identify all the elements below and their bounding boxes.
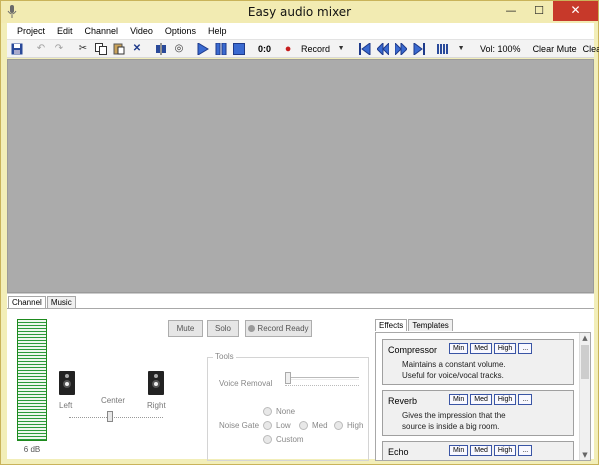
effect-name: Reverb (388, 396, 418, 406)
paste-icon[interactable] (111, 41, 127, 57)
noise-gate-low-radio[interactable]: Low (263, 421, 291, 430)
scroll-up-icon[interactable]: ▲ (580, 333, 590, 343)
effects-scrollbar[interactable]: ▲ ▼ (579, 333, 590, 460)
clear-mute-button[interactable]: Clear Mute (530, 44, 580, 54)
noise-gate-high-radio[interactable]: High (334, 421, 363, 430)
echo-high-button[interactable]: High (493, 445, 517, 456)
effect-name: Echo (388, 447, 409, 457)
echo-min-button[interactable]: Min (449, 445, 469, 456)
save-icon[interactable] (9, 41, 25, 57)
mixer-grid-icon[interactable] (435, 41, 451, 57)
scroll-down-icon[interactable]: ▼ (580, 450, 590, 460)
left-speaker-icon (59, 371, 75, 395)
meter-label: 6 dB (23, 445, 41, 454)
noise-gate-label: Noise Gate (219, 421, 260, 430)
minimize-button[interactable]: — (497, 1, 525, 21)
voice-removal-slider-ticks (285, 385, 359, 388)
scroll-thumb[interactable] (581, 345, 589, 379)
skip-end-icon[interactable] (411, 41, 427, 57)
tab-music[interactable]: Music (46, 296, 76, 308)
pause-icon[interactable] (213, 41, 229, 57)
menu-video[interactable]: Video (124, 26, 159, 36)
menu-edit[interactable]: Edit (51, 26, 79, 36)
channel-panel: Channel Music 6 dB Left Center Right Mut… (7, 293, 594, 461)
effect-echo: Echo Min Med High ... (382, 441, 574, 460)
maximize-button[interactable]: ☐ (525, 1, 553, 21)
record-ready-icon (248, 325, 256, 332)
title-bar: Easy audio mixer — ☐ ✕ (1, 1, 598, 23)
effect-description: Maintains a constant volume. Useful for … (402, 360, 506, 380)
reverb-min-button[interactable]: Min (449, 394, 469, 405)
volume-meter[interactable] (17, 319, 47, 441)
channel-tab-body: 6 dB Left Center Right Mute Solo Record … (7, 308, 594, 461)
delete-icon[interactable]: ✕ (129, 41, 145, 57)
cut-icon[interactable]: ✂ (75, 41, 91, 57)
solo-button[interactable]: Solo (207, 320, 239, 337)
pan-slider-thumb[interactable] (107, 411, 113, 422)
echo-more-button[interactable]: ... (518, 445, 533, 456)
timeline-area[interactable] (7, 59, 594, 293)
pan-right-label: Right (147, 401, 166, 410)
noise-gate-custom-radio[interactable]: Custom (263, 435, 304, 444)
close-button[interactable]: ✕ (553, 1, 598, 21)
play-icon[interactable] (195, 41, 211, 57)
compressor-min-button[interactable]: Min (449, 343, 469, 354)
mute-button[interactable]: Mute (168, 320, 203, 337)
noise-gate-med-radio[interactable]: Med (299, 421, 328, 430)
position-counter: 0:0 (258, 43, 272, 54)
skip-start-icon[interactable] (357, 41, 373, 57)
voice-removal-slider-track[interactable] (285, 377, 359, 380)
menu-bar: Project Edit Channel Video Options Help (7, 23, 594, 40)
voice-removal-slider-thumb[interactable] (285, 372, 291, 384)
tab-channel[interactable]: Channel (8, 296, 46, 308)
menu-help[interactable]: Help (202, 26, 233, 36)
effects-panel: Effects Templates Compressor Min Med Hig… (375, 319, 591, 461)
reverb-med-button[interactable]: Med (470, 394, 492, 405)
clear-solo-button[interactable]: Clear Solo (580, 44, 599, 54)
menu-project[interactable]: Project (11, 26, 51, 36)
effect-name: Compressor (388, 345, 438, 355)
app-window: Easy audio mixer — ☐ ✕ Project Edit Chan… (0, 0, 599, 465)
menu-channel[interactable]: Channel (79, 26, 125, 36)
tab-effects[interactable]: Effects (375, 319, 408, 331)
pan-left-label: Left (59, 401, 73, 410)
compressor-more-button[interactable]: ... (518, 343, 533, 354)
pan-slider-track[interactable] (69, 417, 163, 418)
split-icon[interactable] (153, 41, 169, 57)
tab-templates[interactable]: Templates (408, 319, 453, 331)
effect-reverb: Reverb Min Med High ... Gives the impres… (382, 390, 574, 436)
right-speaker-icon (148, 371, 164, 395)
echo-med-button[interactable]: Med (470, 445, 492, 456)
reverb-high-button[interactable]: High (493, 394, 517, 405)
record-icon[interactable]: ● (280, 41, 296, 57)
effects-list: Compressor Min Med High ... Maintains a … (375, 332, 591, 461)
copy-icon[interactable] (93, 41, 109, 57)
record-ready-button[interactable]: Record Ready (245, 320, 312, 337)
preview-eye-icon[interactable]: ◎ (171, 41, 187, 57)
effect-compressor: Compressor Min Med High ... Maintains a … (382, 339, 574, 385)
tools-legend: Tools (213, 352, 236, 361)
compressor-med-button[interactable]: Med (470, 343, 492, 354)
compressor-high-button[interactable]: High (493, 343, 517, 354)
noise-gate-none-radio[interactable]: None (263, 407, 295, 416)
undo-icon[interactable]: ↶ (33, 41, 49, 57)
record-dropdown-icon[interactable]: ▼ (333, 41, 349, 57)
mixer-dropdown-icon[interactable]: ▼ (453, 41, 469, 57)
rewind-icon[interactable] (375, 41, 391, 57)
redo-icon[interactable]: ↷ (51, 41, 67, 57)
pan-center-label: Center (101, 396, 126, 405)
stop-icon[interactable] (231, 41, 247, 57)
record-ready-label: Record Ready (257, 324, 309, 333)
fast-forward-icon[interactable] (393, 41, 409, 57)
voice-removal-label: Voice Removal (219, 379, 273, 388)
reverb-more-button[interactable]: ... (518, 394, 533, 405)
toolbar: ↶ ↷ ✂ ✕ ◎ 0:0 ● Record ▼ ▼ Vol: 100% Cle… (7, 40, 599, 58)
menu-options[interactable]: Options (159, 26, 202, 36)
volume-readout[interactable]: Vol: 100% (477, 44, 524, 54)
record-button-label[interactable]: Record (298, 44, 333, 54)
effect-description: Gives the impression that the source is … (402, 411, 506, 431)
